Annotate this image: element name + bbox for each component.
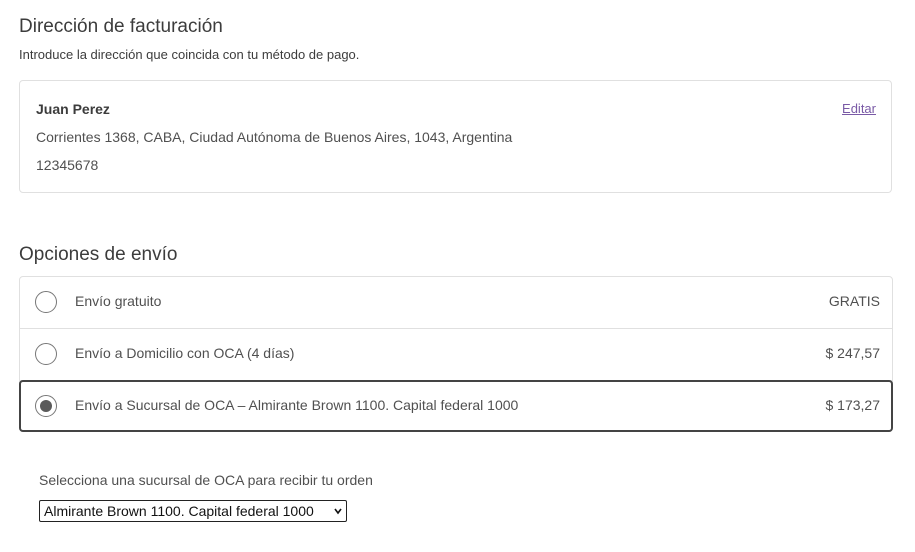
shipping-option-label: Envío a Sucursal de OCA – Almirante Brow… (75, 397, 519, 413)
shipping-option-home-delivery[interactable]: Envío a Domicilio con OCA (4 días) $ 247… (20, 329, 892, 381)
billing-section-title: Dirección de facturación (19, 16, 223, 37)
edit-address-link[interactable]: Editar (842, 101, 876, 116)
shipping-option-label: Envío gratuito (75, 293, 162, 309)
address-phone: 12345678 (36, 157, 99, 173)
radio-button-checked[interactable] (35, 395, 57, 417)
billing-address-card: Juan Perez Corrientes 1368, CABA, Ciudad… (19, 80, 892, 193)
shipping-option-branch-pickup[interactable]: Envío a Sucursal de OCA – Almirante Brow… (19, 380, 893, 432)
branch-select-value: Almirante Brown 1100. Capital federal 10… (44, 503, 314, 519)
shipping-option-free[interactable]: Envío gratuito GRATIS (20, 277, 892, 329)
shipping-option-price: $ 247,57 (825, 345, 881, 361)
shipping-option-price: GRATIS (828, 293, 880, 309)
chevron-down-icon (334, 508, 342, 515)
billing-description: Introduce la dirección que coincida con … (19, 47, 360, 62)
radio-button[interactable] (35, 291, 57, 313)
shipping-options-list: Envío gratuito GRATIS Envío a Domicilio … (19, 276, 893, 432)
radio-button[interactable] (35, 343, 57, 365)
shipping-option-price: $ 173,27 (825, 397, 881, 413)
address-name: Juan Perez (36, 101, 110, 117)
checkout-form: Dirección de facturación Introduce la di… (0, 0, 915, 552)
branch-select[interactable]: Almirante Brown 1100. Capital federal 10… (39, 500, 347, 522)
radio-dot-icon (40, 400, 52, 412)
shipping-section-title: Opciones de envío (19, 244, 178, 265)
branch-select-label: Selecciona una sucursal de OCA para reci… (39, 472, 373, 488)
address-street: Corrientes 1368, CABA, Ciudad Autónoma d… (36, 129, 513, 145)
shipping-option-label: Envío a Domicilio con OCA (4 días) (75, 345, 295, 361)
